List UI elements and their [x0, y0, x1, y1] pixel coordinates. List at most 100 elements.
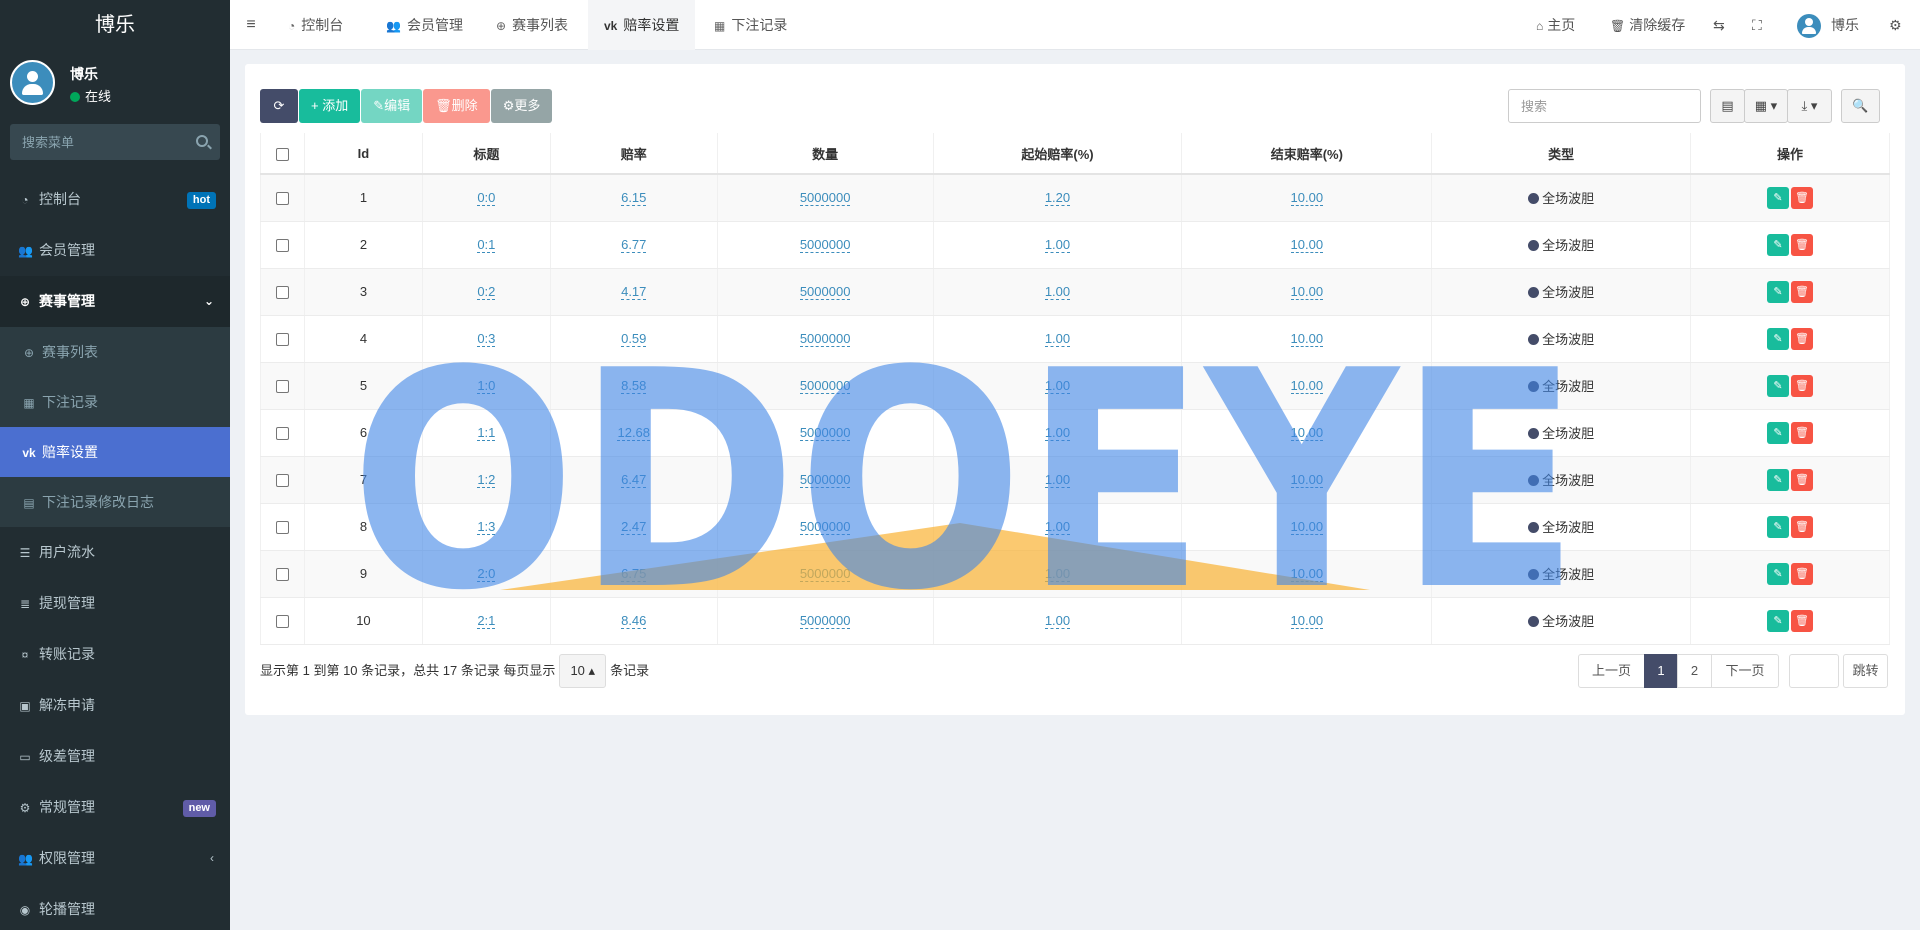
row-edit-button[interactable]: ✎: [1767, 609, 1790, 632]
table-row[interactable]: 10 2:1 8.46 5000000 1.00 10.00 全场波胆 ✎ 🗑: [260, 597, 1890, 645]
column-header[interactable]: 数量: [717, 133, 934, 175]
title-editable[interactable]: 0:2: [477, 284, 496, 300]
sidebar-subitem-odds-settings[interactable]: vk 赔率设置: [0, 427, 230, 477]
end-odds-editable[interactable]: 10.00: [1290, 190, 1324, 207]
row-edit-button[interactable]: ✎: [1767, 468, 1790, 491]
qty-editable[interactable]: 5000000: [799, 613, 851, 629]
title-editable[interactable]: 1:3: [477, 519, 496, 535]
end-odds-editable[interactable]: 10.00: [1290, 284, 1324, 300]
user-menu[interactable]: 博乐: [1797, 0, 1859, 50]
qty-editable[interactable]: 5000000: [799, 378, 851, 394]
row-edit-button[interactable]: ✎: [1767, 233, 1790, 256]
table-row[interactable]: 7 1:2 6.47 5000000 1.00 10.00 全场波胆 ✎ 🗑: [260, 456, 1890, 504]
row-delete-button[interactable]: 🗑: [1791, 609, 1814, 632]
qty-editable[interactable]: 5000000: [799, 237, 851, 253]
row-select-cell[interactable]: [260, 221, 305, 269]
sidebar-item-transfer[interactable]: ¤ 转账记录: [0, 629, 230, 680]
select-all-cell[interactable]: [260, 133, 305, 175]
start-odds-editable[interactable]: 1.00: [1044, 425, 1071, 441]
row-checkbox[interactable]: [275, 333, 289, 347]
start-odds-editable[interactable]: 1.00: [1044, 284, 1071, 300]
delete-button[interactable]: 🗑删除: [423, 89, 490, 123]
sidebar-item-withdraw[interactable]: ≣ 提现管理: [0, 578, 230, 629]
row-edit-button[interactable]: ✎: [1767, 562, 1790, 585]
row-edit-button[interactable]: ✎: [1767, 515, 1790, 538]
tab-bet-records[interactable]: ▦ 下注记录: [698, 0, 803, 50]
jump-page-input[interactable]: [1789, 654, 1839, 688]
sidebar-toggle-icon[interactable]: ≡: [230, 0, 272, 50]
odds-editable[interactable]: 6.77: [621, 237, 647, 253]
start-odds-editable[interactable]: 1.00: [1044, 378, 1071, 394]
odds-editable[interactable]: 2.47: [621, 519, 647, 535]
odds-editable[interactable]: 8.46: [621, 613, 647, 629]
prev-page-button[interactable]: 上一页: [1578, 654, 1645, 688]
row-select-cell[interactable]: [260, 268, 305, 316]
sidebar-subitem-bet-change-log[interactable]: ▤ 下注记录修改日志: [0, 477, 230, 527]
row-checkbox[interactable]: [275, 615, 289, 629]
end-odds-editable[interactable]: 10.00: [1290, 378, 1324, 394]
row-edit-button[interactable]: ✎: [1767, 374, 1790, 397]
odds-editable[interactable]: 8.58: [621, 378, 647, 394]
row-select-cell[interactable]: [260, 362, 305, 410]
column-header[interactable]: 结束赔率(%): [1181, 133, 1433, 175]
sidebar-item-unfreeze[interactable]: ▣ 解冻申请: [0, 680, 230, 731]
jump-button[interactable]: 跳转: [1843, 654, 1888, 688]
odds-editable[interactable]: 6.47: [621, 472, 647, 488]
select-all-checkbox[interactable]: [275, 147, 289, 161]
table-row[interactable]: 2 0:1 6.77 5000000 1.00 10.00 全场波胆 ✎ 🗑: [260, 221, 1890, 269]
refresh-button[interactable]: ⟳: [260, 89, 298, 123]
settings-gear-icon[interactable]: ⚙: [1889, 0, 1902, 50]
end-odds-editable[interactable]: 10.00: [1290, 519, 1324, 535]
table-search-input[interactable]: [1508, 89, 1701, 123]
page-button-1[interactable]: 1: [1644, 654, 1678, 688]
table-row[interactable]: 9 2:0 6.75 5000000 1.00 10.00 全场波胆 ✎ 🗑: [260, 550, 1890, 598]
sidebar-item-level-diff[interactable]: ▭ 级差管理: [0, 731, 230, 782]
sidebar-item-user-flow[interactable]: ☰ 用户流水: [0, 527, 230, 578]
tab-match-list[interactable]: ⊕ 赛事列表: [480, 0, 584, 50]
title-editable[interactable]: 0:1: [477, 237, 496, 253]
tab-dashboard[interactable]: ◔ 控制台: [272, 0, 359, 50]
add-button[interactable]: + 添加: [299, 89, 361, 123]
edit-button[interactable]: ✎编辑: [361, 89, 423, 123]
app-logo[interactable]: 博乐: [0, 0, 230, 50]
sidebar-item-members[interactable]: 👥 会员管理: [0, 225, 230, 276]
odds-editable[interactable]: 6.15: [621, 190, 647, 207]
title-editable[interactable]: 1:2: [477, 472, 496, 488]
more-button[interactable]: ⚙更多: [490, 89, 553, 123]
start-odds-editable[interactable]: 1.20: [1044, 190, 1071, 207]
row-edit-button[interactable]: ✎: [1767, 327, 1790, 350]
row-checkbox[interactable]: [275, 380, 289, 394]
odds-editable[interactable]: 12.68: [617, 425, 651, 441]
column-header[interactable]: 起始赔率(%): [933, 133, 1183, 175]
sidebar-item-general[interactable]: ⚙ 常规管理 new: [0, 782, 230, 833]
qty-editable[interactable]: 5000000: [799, 425, 851, 441]
odds-editable[interactable]: 4.17: [621, 284, 647, 300]
row-select-cell[interactable]: [260, 550, 305, 598]
sidebar-item-permissions[interactable]: 👥 权限管理 ‹: [0, 833, 230, 884]
row-checkbox[interactable]: [275, 521, 289, 535]
table-row[interactable]: 4 0:3 0.59 5000000 1.00 10.00 全场波胆 ✎ 🗑: [260, 315, 1890, 363]
title-editable[interactable]: 1:0: [477, 378, 496, 394]
row-select-cell[interactable]: [260, 409, 305, 457]
tab-members[interactable]: 👥 会员管理: [370, 0, 479, 50]
row-delete-button[interactable]: 🗑: [1791, 186, 1814, 209]
row-select-cell[interactable]: [260, 315, 305, 363]
row-delete-button[interactable]: 🗑: [1791, 421, 1814, 444]
start-odds-editable[interactable]: 1.00: [1044, 566, 1071, 582]
title-editable[interactable]: 2:0: [477, 566, 496, 582]
row-delete-button[interactable]: 🗑: [1791, 327, 1814, 350]
clear-cache-button[interactable]: 🗑 清除缓存: [1610, 0, 1685, 50]
qty-editable[interactable]: 5000000: [799, 284, 851, 300]
end-odds-editable[interactable]: 10.00: [1290, 613, 1324, 629]
home-link[interactable]: ⌂ 主页: [1536, 0, 1575, 50]
tab-odds-settings[interactable]: vk 赔率设置: [588, 0, 696, 50]
search-icon[interactable]: [196, 135, 208, 147]
start-odds-editable[interactable]: 1.00: [1044, 472, 1071, 488]
table-row[interactable]: 6 1:1 12.68 5000000 1.00 10.00 全场波胆 ✎ 🗑: [260, 409, 1890, 457]
row-delete-button[interactable]: 🗑: [1791, 468, 1814, 491]
table-row[interactable]: 8 1:3 2.47 5000000 1.00 10.00 全场波胆 ✎ 🗑: [260, 503, 1890, 551]
row-delete-button[interactable]: 🗑: [1791, 562, 1814, 585]
next-page-button[interactable]: 下一页: [1711, 654, 1779, 688]
row-delete-button[interactable]: 🗑: [1791, 280, 1814, 303]
odds-editable[interactable]: 6.75: [621, 566, 647, 582]
